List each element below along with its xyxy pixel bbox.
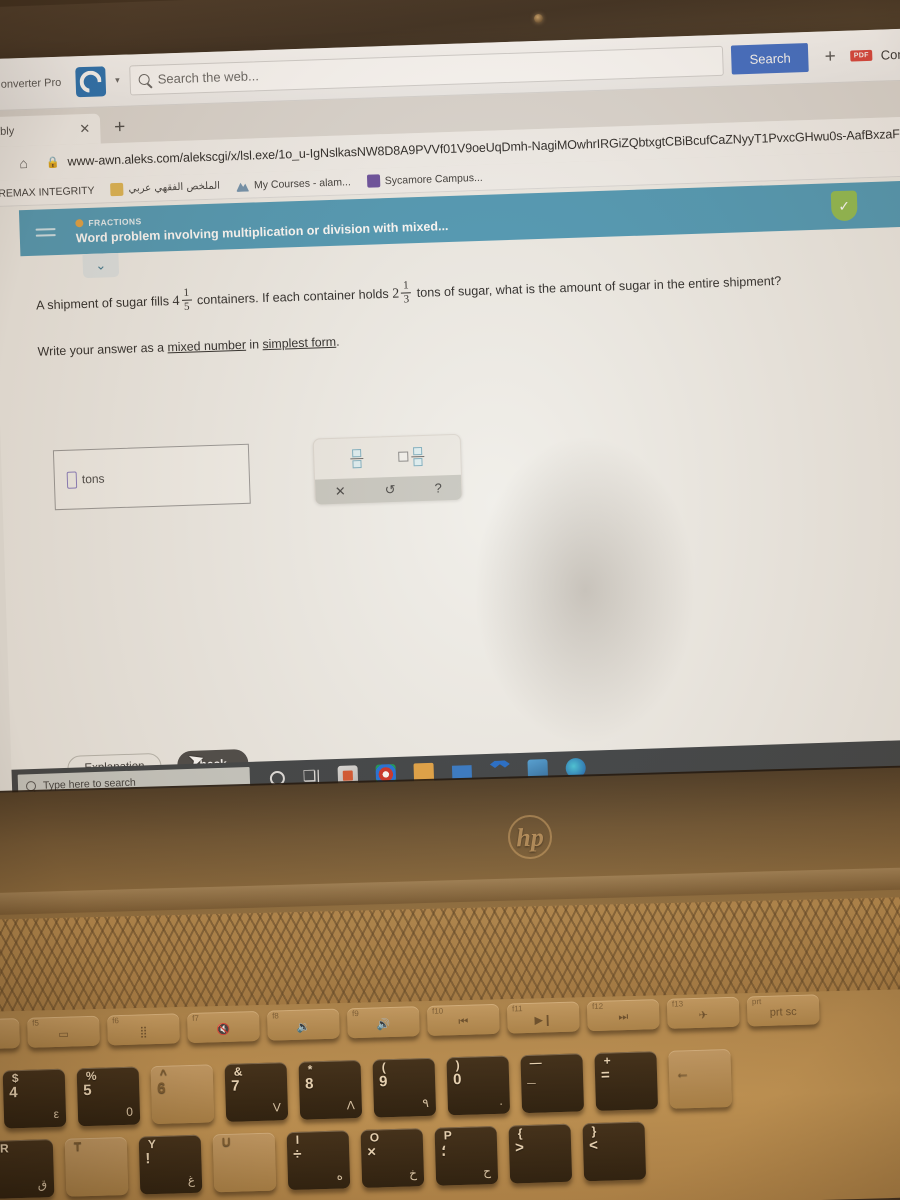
question-part-1: A shipment of sugar fills [35,294,170,313]
key-f9[interactable]: f9 🔊 [346,1006,420,1039]
key-U[interactable]: U [212,1132,277,1193]
math-palette: ✕ ↺ ? [312,433,463,505]
key-}[interactable]: } < [582,1121,647,1182]
new-tab-button[interactable]: + [114,117,126,139]
converter-pro-label: onverter Pro [0,76,62,91]
keyboard-letter-row: EثRقTY!غUI÷هO×خP؛ح{>}< [0,1121,658,1200]
simplest-form-link[interactable]: simplest form [262,335,336,351]
topic-kicker: FRACTIONS [88,215,142,228]
key-O[interactable]: O × خ [360,1128,425,1188]
chevron-down-icon[interactable]: ▾ [115,75,120,86]
close-icon[interactable]: ✕ [79,121,90,137]
key-prt[interactable]: prt prt sc [746,994,820,1027]
key-([interactable]: (9 ٩ [372,1057,437,1118]
answer-instruction: Write your answer as a mixed number in s… [37,316,900,359]
key-)[interactable]: ) 0. [446,1055,511,1116]
key-*[interactable]: * 8 Λ [298,1059,363,1120]
pdf-badge-icon: PDF [849,49,873,62]
key-—[interactable]: — _ [520,1053,585,1114]
bookmark-label: الملخص الفقهي عربي [128,180,221,195]
key-T[interactable]: T [64,1136,129,1197]
question-part-2: containers. If each container holds [196,286,389,308]
answer-unit-label: tons [81,471,105,487]
key-R[interactable]: Rق [0,1139,55,1199]
undo-icon[interactable]: ↺ [385,481,396,497]
key-I[interactable]: I ÷ ه [286,1130,351,1191]
plus-icon[interactable]: + [824,46,836,68]
key-f8[interactable]: f8 🔉 [266,1008,340,1041]
clear-icon[interactable]: ✕ [335,483,346,499]
key-f10[interactable]: f10 ⏮ [426,1003,500,1036]
key-{[interactable]: {> [508,1123,573,1184]
key-^[interactable]: ^ 6 [150,1064,215,1125]
shield-check-icon[interactable]: ✓ [830,190,858,222]
folder-icon [110,182,124,197]
key-f5[interactable]: f5 ▭ [27,1015,100,1048]
key-&[interactable]: & 7 V [224,1062,289,1122]
aleks-page: FRACTIONS Word problem involving multipl… [0,176,900,804]
key-f11[interactable]: f11 ▶❙ [506,1001,580,1034]
help-icon[interactable]: ? [434,480,442,495]
keyboard-number-row: #3٣$4ε%50^6&7V*8Λ(9٩)0.—_+=← [0,1048,744,1131]
key-P[interactable]: P ؛ ح [434,1125,499,1186]
sycamore-icon [366,174,380,188]
bookmark-arabic[interactable]: الملخص الفقهي عربي [110,180,220,197]
empty-answer-box-icon [66,470,78,489]
bookmark-remax[interactable]: REMAX INTEGRITY [0,184,95,199]
bookmark-my-courses[interactable]: My Courses - alam... [236,175,351,192]
key-←[interactable]: ← [668,1048,733,1109]
instruction-end: . [335,334,340,349]
mixed1-denominator: 5 [183,300,190,313]
mixed1-fraction: 15 [181,286,192,313]
screenshot-stage: onverter Pro ▾ Search the web... Search … [0,0,900,1200]
edge-e-icon[interactable] [74,65,106,97]
lock-icon: 🔒 [45,156,60,169]
key-f6[interactable]: f6 ⣿ [107,1013,180,1046]
question-part-3: tons of sugar, what is the amount of sug… [416,273,782,300]
key-Y[interactable]: Y! غ [138,1134,203,1195]
instruction-mid: in [245,337,263,352]
mixed-number-template-icon[interactable] [398,446,425,466]
mixed-number-link[interactable]: mixed number [167,338,246,355]
home-icon[interactable]: ⌂ [19,155,28,171]
key-f7[interactable]: f7 🔇 [187,1010,260,1044]
key-f4[interactable]: f4✳ [0,1018,20,1051]
answer-area: tons ✕ ↺ ? [52,433,463,511]
mixed2-denominator: 3 [403,293,410,306]
search-button[interactable]: Search [731,42,810,75]
web-search-placeholder: Search the web... [157,68,260,87]
bookmark-label: My Courses - alam... [253,175,351,191]
key-+[interactable]: + = [594,1051,659,1111]
key-$[interactable]: $4 ε [2,1068,67,1129]
laptop-screen: onverter Pro ▾ Search the web... Search … [0,28,900,805]
web-search-input[interactable]: Search the web... [129,45,725,95]
search-icon [138,73,150,86]
key-f12[interactable]: f12 ⏭ [586,999,660,1032]
mixed1-numerator: 1 [183,286,190,299]
convert-label[interactable]: Convert [880,46,900,63]
webcam-icon [534,14,543,23]
key-%[interactable]: % 5 0 [76,1066,141,1127]
mixed2-whole: 2 [391,286,400,302]
key-f13[interactable]: f13 ✈ [666,996,740,1029]
question-body: A shipment of sugar fills 415 containers… [36,265,900,359]
laptop-keyboard: f4✳ f5▭f6⣿f7🔇f8🔉f9🔊f10⏮f11▶❙f12⏭f13✈prtpr… [0,989,900,1200]
bookmark-label: Sycamore Campus... [384,171,483,187]
answer-input[interactable]: tons [52,443,251,511]
mixed2-fraction: 13 [401,279,412,306]
collapse-panel-button[interactable]: ⌄ [82,252,120,279]
bookmark-label: REMAX INTEGRITY [0,184,95,200]
orange-dot-icon [75,218,84,227]
mixed2-numerator: 1 [403,279,409,292]
question-text: A shipment of sugar fills 415 containers… [36,265,900,319]
instruction-pre: Write your answer as a [37,340,168,359]
mixed1-whole: 4 [172,293,180,310]
hamburger-menu-icon[interactable] [35,228,56,237]
fraction-template-icon[interactable] [350,448,364,468]
tab-title: jda Al grably [0,125,15,139]
bookmark-sycamore[interactable]: Sycamore Campus... [366,171,483,188]
mountain-icon [236,179,249,192]
